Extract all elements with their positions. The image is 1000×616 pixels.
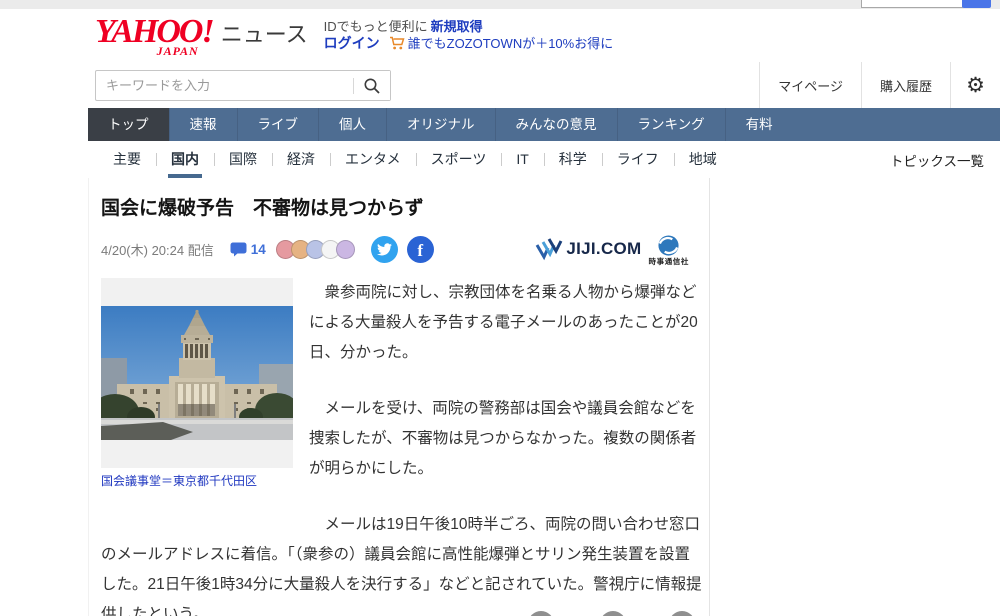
jiji-source-logo[interactable]: JIJI.COM 時事通信社 bbox=[534, 232, 689, 267]
nav-tab-ranking[interactable]: ランキング bbox=[616, 108, 725, 141]
subnav-keizai[interactable]: 経済 bbox=[272, 141, 330, 178]
search-box bbox=[95, 70, 391, 101]
subnav-life[interactable]: ライフ bbox=[601, 141, 674, 178]
signup-link[interactable]: 新規取得 bbox=[431, 18, 483, 35]
comment-bubble-icon bbox=[230, 242, 247, 257]
article-body: 国会議事堂＝東京都千代田区 衆参両院に対し、宗教団体を名乗る人物から爆弾などによ… bbox=[101, 278, 703, 616]
twitter-bird-icon bbox=[376, 242, 392, 256]
article-photo[interactable] bbox=[101, 278, 293, 468]
account-promo: IDでもっと便利に 新規取得 ログイン 誰でもZOZOTOWNが＋10%お得に bbox=[324, 18, 614, 52]
browser-search-button[interactable] bbox=[962, 0, 991, 8]
zozo-promo-link[interactable]: 誰でもZOZOTOWNが＋10%お得に bbox=[408, 35, 614, 52]
main-nav: トップ 速報 ライブ 個人 オリジナル みんなの意見 ランキング 有料 bbox=[88, 108, 1000, 141]
promo-text: IDでもっと便利に bbox=[323, 18, 428, 34]
nav-tab-original[interactable]: オリジナル bbox=[386, 108, 495, 141]
subnav-entame[interactable]: エンタメ bbox=[330, 141, 416, 178]
search-icon bbox=[363, 77, 381, 95]
mypage-link[interactable]: マイページ bbox=[759, 62, 861, 108]
twitter-share-button[interactable] bbox=[370, 235, 398, 263]
subnav-chiiki[interactable]: 地域 bbox=[673, 141, 732, 178]
nav-tab-top[interactable]: トップ bbox=[88, 108, 169, 141]
jiji-agency-name: 時事通信社 bbox=[648, 256, 689, 266]
purchase-history-link[interactable]: 購入履歴 bbox=[860, 62, 950, 108]
login-link[interactable]: ログイン bbox=[324, 35, 380, 52]
article-column: 国会に爆破予告 不審物は見つからず 4/20(木) 20:24 配信 14 f … bbox=[88, 178, 710, 616]
subnav-shuyo[interactable]: 主要 bbox=[98, 141, 156, 178]
cart-icon bbox=[389, 36, 405, 51]
top-strip bbox=[0, 0, 1000, 9]
jiji-w-mark-icon bbox=[534, 235, 564, 263]
search-input[interactable] bbox=[96, 78, 353, 93]
yahoo-japan-logo[interactable]: YAHOO! JAPAN bbox=[95, 14, 215, 57]
share-buttons: f bbox=[370, 235, 434, 263]
nav-tab-paid[interactable]: 有料 bbox=[724, 108, 793, 141]
header-utility-cells: マイページ 購入履歴 ⚙ bbox=[759, 62, 1000, 108]
search-button[interactable] bbox=[354, 71, 390, 100]
reaction-emoji-row[interactable] bbox=[275, 239, 355, 259]
category-nav: 主要 国内 国際 経済 エンタメ スポーツ IT 科学 ライフ 地域 トピックス… bbox=[88, 141, 1000, 178]
subnav-kagaku[interactable]: 科学 bbox=[543, 141, 602, 178]
photo-caption-link[interactable]: 国会議事堂＝東京都千代田区 bbox=[101, 473, 293, 490]
subnav-it[interactable]: IT bbox=[501, 141, 543, 178]
subnav-kokusai[interactable]: 国際 bbox=[214, 141, 272, 178]
jiji-wordmark: JIJI.COM bbox=[566, 239, 642, 258]
settings-gear-icon[interactable]: ⚙ bbox=[950, 62, 1000, 108]
nav-tab-sokuho[interactable]: 速報 bbox=[168, 108, 237, 141]
topics-list-link[interactable]: トピックス一覧 bbox=[890, 150, 984, 170]
comment-count-link[interactable]: 14 bbox=[230, 242, 266, 257]
search-row: マイページ 購入履歴 ⚙ bbox=[88, 62, 1000, 108]
article-title: 国会に爆破予告 不審物は見つからず bbox=[101, 198, 424, 219]
nav-tab-opinions[interactable]: みんなの意見 bbox=[494, 108, 617, 141]
nav-tab-live[interactable]: ライブ bbox=[236, 108, 319, 141]
nav-tab-kojin[interactable]: 個人 bbox=[318, 108, 386, 141]
jiji-swirl-icon bbox=[657, 234, 680, 257]
comment-count: 14 bbox=[250, 241, 266, 257]
facebook-f-icon: f bbox=[417, 240, 424, 260]
reaction-face-icon bbox=[335, 239, 355, 259]
subnav-kokunai[interactable]: 国内 bbox=[156, 141, 214, 178]
diet-building-photo bbox=[101, 306, 293, 440]
jiji-agency-badge: 時事通信社 bbox=[649, 234, 690, 267]
site-header: YAHOO! JAPAN ニュース IDでもっと便利に 新規取得 ログイン 誰で… bbox=[88, 9, 1000, 62]
article-meta-row: 4/20(木) 20:24 配信 14 f JIJI.COM 時事通信社 bbox=[101, 234, 703, 266]
article-figure: 国会議事堂＝東京都千代田区 bbox=[101, 278, 293, 490]
article-paragraph: メールは19日午後10時半ごろ、両院の問い合わせ窓口のメールアドレスに着信。「（… bbox=[101, 516, 702, 616]
service-name-news[interactable]: ニュース bbox=[221, 17, 308, 49]
publish-date: 4/20(木) 20:24 配信 bbox=[101, 242, 214, 258]
facebook-share-button[interactable]: f bbox=[406, 235, 434, 263]
browser-search-input[interactable] bbox=[861, 0, 963, 8]
subnav-sports[interactable]: スポーツ bbox=[415, 141, 502, 178]
